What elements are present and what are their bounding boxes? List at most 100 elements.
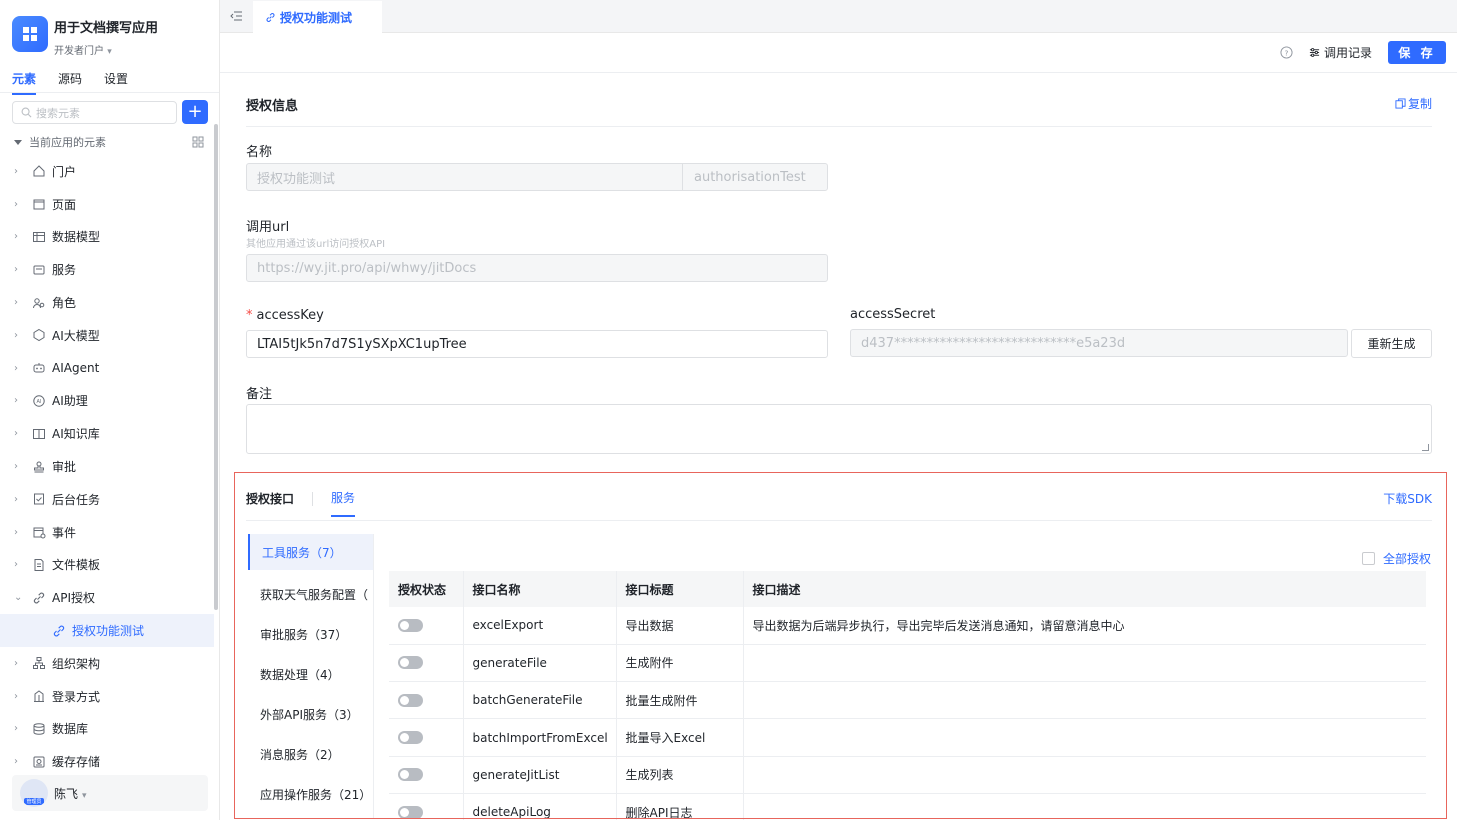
link-icon (53, 625, 65, 636)
authorize-all-checkbox[interactable]: 全部授权 (1361, 550, 1431, 567)
chevron-right-icon[interactable]: › (14, 723, 24, 734)
table-cell (743, 644, 1426, 683)
chevron-right-icon[interactable]: › (14, 428, 24, 439)
regenerate-button[interactable]: 重新生成 (1351, 329, 1432, 358)
auth-toggle[interactable] (398, 656, 423, 670)
add-element-button[interactable]: + (182, 100, 208, 124)
service-list-item[interactable]: 外部API服务（3） (248, 694, 373, 734)
table-cell: 生成附件 (616, 644, 744, 683)
ai-model-icon (33, 329, 45, 342)
sidebar-item-label: 数据模型 (52, 230, 101, 245)
copy-button[interactable]: 复制 (1395, 95, 1432, 112)
collapse-sidebar-icon[interactable] (229, 9, 243, 23)
auth-toggle[interactable] (398, 731, 423, 745)
user-name: 陈飞 (54, 786, 79, 801)
app-header[interactable]: 用于文档撰写应用 开发者门户 ▾ (12, 16, 158, 57)
chevron-down-icon[interactable]: ⌄ (14, 592, 24, 603)
help-icon[interactable]: ? (1280, 46, 1293, 59)
chevron-right-icon[interactable]: › (14, 363, 24, 374)
sidebar-item[interactable]: › 页面 (0, 188, 214, 221)
sidebar-item[interactable]: › 数据库 (0, 713, 214, 746)
access-secret-field: d437****************************e5a23d (850, 329, 1348, 357)
url-field: https://wy.jit.pro/api/whwy/jitDocs (246, 254, 828, 282)
layout-icon[interactable] (192, 136, 204, 148)
auth-toggle[interactable] (398, 618, 423, 632)
book-icon (33, 428, 45, 439)
sidebar-item[interactable]: › AI知识库 (0, 417, 214, 450)
search-placeholder: 搜索元素 (36, 106, 80, 120)
sidebar-item[interactable]: › 缓存存储 (0, 745, 214, 778)
service-list-item[interactable]: 工具服务（7） (248, 534, 373, 570)
sidebar-item[interactable]: › AIAgent (0, 352, 214, 385)
service-list-item[interactable]: 应用操作服务（21） (248, 774, 373, 814)
chevron-right-icon[interactable]: › (14, 166, 24, 177)
role-badge: 管理员 (24, 798, 44, 805)
chevron-right-icon[interactable]: › (14, 264, 24, 275)
chevron-right-icon[interactable]: › (14, 658, 24, 669)
chevron-right-icon[interactable]: › (14, 231, 24, 242)
sidebar-item[interactable]: › AI AI助理 (0, 385, 214, 418)
sidebar-scrollbar[interactable] (214, 124, 218, 610)
table-cell (743, 718, 1426, 757)
sidebar-item[interactable]: › 角色 (0, 286, 214, 319)
sidebar-item[interactable]: › 服务 (0, 253, 214, 286)
access-key-input[interactable]: LTAI5tJk5n7d7S1ySXpXC1upTree (246, 330, 828, 358)
service-list-item[interactable]: 获取天气服务配置（ (248, 574, 373, 614)
sidebar-item[interactable]: › 审批 (0, 450, 214, 483)
remark-textarea[interactable] (246, 404, 1432, 454)
download-sdk-link[interactable]: 下载SDK (1383, 490, 1432, 507)
sidebar-item[interactable]: › 文件模板 (0, 549, 214, 582)
chevron-right-icon[interactable]: › (14, 461, 24, 472)
divider (246, 126, 1432, 127)
sidebar-item[interactable]: ⌄ API授权 (0, 581, 214, 614)
auth-toggle[interactable] (398, 805, 423, 819)
chevron-right-icon[interactable]: › (14, 756, 24, 767)
service-list-item[interactable]: 审批服务（37） (248, 614, 373, 654)
chevron-right-icon[interactable]: › (14, 395, 24, 406)
sidebar-item-label: AI助理 (52, 394, 88, 409)
chevron-right-icon[interactable]: › (14, 559, 24, 570)
sidebar-item[interactable]: › 数据模型 (0, 221, 214, 254)
resize-handle-icon[interactable] (1422, 444, 1429, 451)
tree-root[interactable]: 当前应用的元素 (14, 134, 204, 150)
chevron-right-icon[interactable]: › (14, 691, 24, 702)
tree-root-label: 当前应用的元素 (29, 136, 106, 149)
service-list-item[interactable]: 消息服务（2） (248, 734, 373, 774)
save-button[interactable]: 保 存 (1388, 41, 1446, 64)
search-icon (21, 107, 32, 118)
service-list-item[interactable]: 数据处理（4） (248, 654, 373, 694)
sidebar-item-label: 授权功能测试 (72, 624, 145, 639)
sidebar-item[interactable]: › AI大模型 (0, 319, 214, 352)
tab-auth-test[interactable]: 授权功能测试 (253, 1, 382, 33)
robot-icon (33, 363, 45, 373)
search-input[interactable]: 搜索元素 (12, 101, 177, 124)
sidebar-item[interactable]: › 后台任务 (0, 483, 214, 516)
link-icon (33, 592, 45, 604)
url-hint: 其他应用通过该url访问授权API (246, 239, 386, 250)
sidebar-item-label: AI大模型 (52, 328, 100, 343)
call-log-button[interactable]: 调用记录 (1309, 44, 1372, 61)
chevron-right-icon[interactable]: › (14, 297, 24, 308)
sidebar-item[interactable]: › 事件 (0, 516, 214, 549)
caret-down-icon: ▾ (107, 47, 112, 57)
url-label: 调用url (246, 220, 290, 235)
name-id-value: authorisationTest (694, 169, 806, 185)
sidebar-item[interactable]: › 组织架构 (0, 647, 214, 680)
user-menu[interactable]: 管理员 陈飞 ▾ (12, 775, 208, 811)
sidebar-item[interactable]: › 门户 (0, 155, 214, 188)
name-field: 授权功能测试 authorisationTest (246, 163, 828, 191)
stamp-icon (34, 461, 44, 473)
auth-toggle[interactable] (398, 693, 423, 707)
checkbox[interactable] (1361, 552, 1375, 565)
link-icon (266, 12, 275, 22)
chevron-right-icon[interactable]: › (14, 330, 24, 341)
sidebar-item[interactable]: › 登录方式 (0, 680, 214, 713)
sidebar-item[interactable]: 授权功能测试 (0, 614, 214, 647)
tab-service[interactable]: 服务 (331, 489, 356, 517)
chevron-right-icon[interactable]: › (14, 494, 24, 505)
chevron-right-icon[interactable]: › (14, 527, 24, 538)
auth-toggle[interactable] (398, 768, 423, 782)
api-section-title: 授权接口 (246, 492, 295, 506)
chevron-right-icon[interactable]: › (14, 199, 24, 210)
portal-selector[interactable]: 开发者门户 ▾ (54, 42, 158, 57)
